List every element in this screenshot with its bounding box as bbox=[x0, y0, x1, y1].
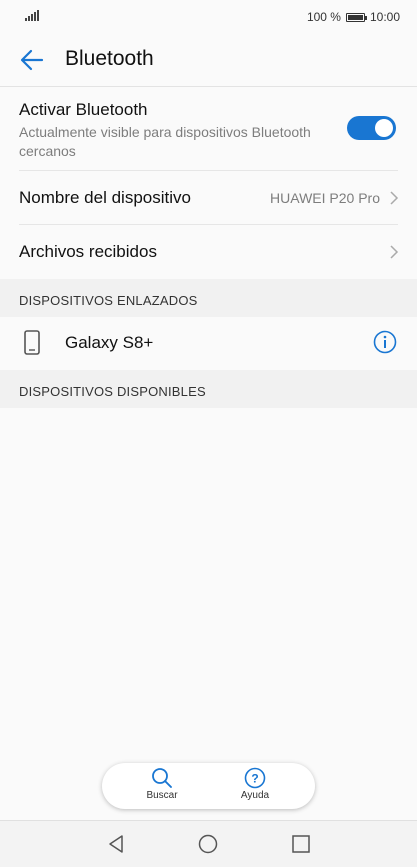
bluetooth-toggle-switch[interactable] bbox=[347, 116, 396, 140]
info-icon[interactable] bbox=[373, 330, 397, 354]
device-name-label: Nombre del dispositivo bbox=[19, 188, 191, 207]
search-icon bbox=[152, 768, 172, 788]
battery-percent: 100 % bbox=[306, 10, 341, 24]
search-button[interactable]: Buscar bbox=[132, 767, 192, 807]
chevron-right-icon bbox=[390, 191, 399, 205]
battery-icon bbox=[345, 12, 367, 22]
bluetooth-toggle-subtitle: Actualmente visible para dispositivos Bl… bbox=[19, 124, 311, 159]
toggle-knob bbox=[375, 119, 393, 137]
app-bar: Bluetooth bbox=[0, 34, 417, 87]
chevron-right-icon bbox=[390, 245, 399, 259]
bluetooth-toggle-label: Activar Bluetooth bbox=[19, 100, 148, 119]
paired-device-name: Galaxy S8+ bbox=[65, 333, 154, 352]
paired-device-row[interactable] bbox=[0, 317, 417, 369]
bottom-action-bar: Buscar ? Ayuda bbox=[102, 763, 315, 809]
paired-devices-header-text: DISPOSITIVOS ENLAZADOS bbox=[19, 293, 198, 308]
status-right: 100 % 10:00 bbox=[307, 10, 400, 24]
search-button-label: Buscar bbox=[146, 790, 178, 801]
page-title: Bluetooth bbox=[65, 47, 154, 70]
available-devices-header-text: DISPOSITIVOS DISPONIBLES bbox=[19, 384, 206, 399]
help-button[interactable]: ? Ayuda bbox=[225, 767, 285, 807]
received-files-label: Archivos recibidos bbox=[19, 242, 157, 261]
help-button-label: Ayuda bbox=[240, 790, 270, 801]
recents-nav-icon[interactable] bbox=[290, 833, 312, 855]
navigation-bar bbox=[0, 820, 417, 867]
clock: 10:00 bbox=[369, 10, 400, 24]
help-icon: ? bbox=[244, 767, 266, 789]
phone-icon bbox=[24, 330, 40, 355]
home-nav-icon[interactable] bbox=[197, 833, 219, 855]
status-bar: 100 % 10:00 bbox=[0, 0, 417, 34]
device-name-value: HUAWEI P20 Pro bbox=[270, 190, 380, 206]
back-arrow-icon[interactable] bbox=[18, 46, 46, 74]
paired-devices-header: DISPOSITIVOS ENLAZADOS bbox=[0, 279, 417, 317]
signal-icon bbox=[25, 9, 39, 21]
back-nav-icon[interactable] bbox=[105, 833, 127, 855]
available-devices-header: DISPOSITIVOS DISPONIBLES bbox=[0, 370, 417, 408]
svg-text:?: ? bbox=[251, 772, 258, 786]
